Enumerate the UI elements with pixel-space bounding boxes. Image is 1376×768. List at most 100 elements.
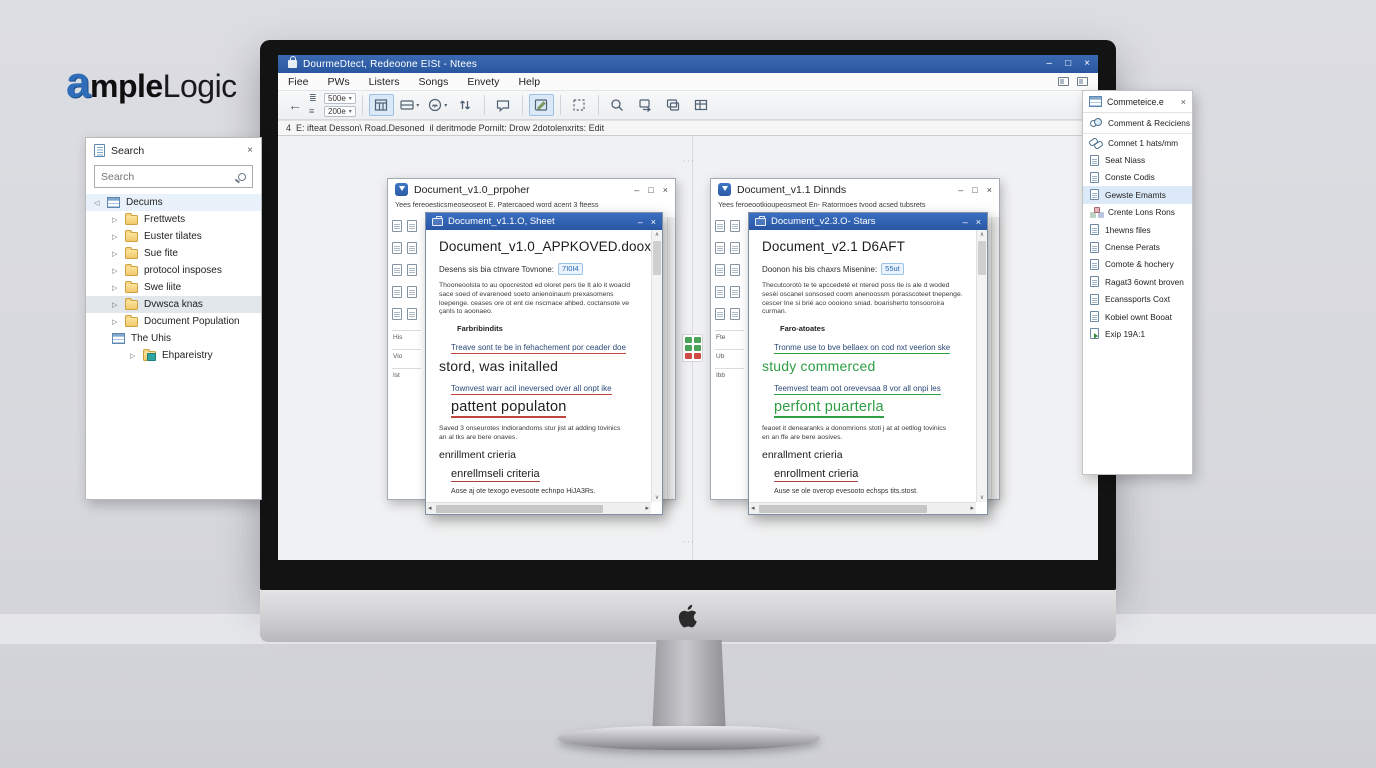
doc-window-1-scrollbar[interactable]	[667, 217, 675, 499]
zoom-dropdown-bottom[interactable]: 200e▾	[324, 106, 356, 117]
doc-window-1-titlebar[interactable]: Document_v1.0_prpoher – □ ×	[388, 179, 675, 200]
scroll-down-icon[interactable]: ∨	[652, 494, 662, 501]
expand-arrow-icon[interactable]: ▷	[112, 216, 119, 224]
table-insert-button[interactable]	[689, 94, 714, 116]
menu-songs[interactable]: Songs	[419, 76, 449, 88]
tracked-change-link[interactable]: Tronme use to bve bellaex on cod nxt vee…	[774, 343, 950, 354]
tree-item-sue-fite[interactable]: ▷ Sue fite	[86, 245, 261, 262]
maximize-button[interactable]: □	[648, 185, 653, 195]
maximize-button[interactable]: □	[1065, 59, 1071, 69]
page-icon[interactable]	[715, 308, 725, 320]
dock-left-icon[interactable]	[1058, 77, 1069, 86]
panel-item-exip-19a1[interactable]: Exip 19A:1	[1083, 325, 1192, 342]
edit-note-button[interactable]	[529, 94, 554, 116]
stamp-circle-button[interactable]: ▾	[425, 94, 450, 116]
tree-item-decums[interactable]: ◁ Decums	[86, 194, 261, 211]
scroll-thumb[interactable]	[759, 505, 927, 513]
panel-item-ragat3[interactable]: Ragat3 6ownt broven	[1083, 273, 1192, 290]
zoom-dropdown-top[interactable]: 500e▾	[324, 93, 356, 104]
page-icon[interactable]	[715, 220, 725, 232]
vertical-scrollbar[interactable]: ∧ ∨	[651, 230, 662, 502]
copy-doc-button[interactable]	[661, 94, 686, 116]
minimize-button[interactable]: –	[958, 185, 963, 195]
page-icon[interactable]	[392, 264, 402, 276]
minimize-button[interactable]: –	[638, 217, 643, 227]
menu-listers[interactable]: Listers	[369, 76, 400, 88]
page-icon[interactable]	[730, 242, 740, 254]
menu-pws[interactable]: PWs	[327, 76, 349, 88]
panel-item-kobiel-ownt-booat[interactable]: Kobiel ownt Booat	[1083, 308, 1192, 325]
expand-arrow-icon[interactable]: ▷	[112, 301, 119, 309]
minimize-button[interactable]: –	[1047, 59, 1053, 69]
export-doc-button[interactable]	[633, 94, 658, 116]
close-button[interactable]: ×	[651, 217, 656, 227]
maximize-button[interactable]: □	[972, 185, 977, 195]
scroll-up-icon[interactable]: ∧	[977, 231, 987, 238]
table-view-button[interactable]	[369, 94, 394, 116]
selection-frame-button[interactable]	[567, 94, 592, 116]
close-button[interactable]: ×	[663, 185, 668, 195]
doc-window-2-titlebar[interactable]: Document_v1.1 Dinnds – □ ×	[711, 179, 999, 200]
page-icon[interactable]	[730, 220, 740, 232]
scroll-right-icon[interactable]: ▸	[970, 504, 974, 512]
page-icon[interactable]	[407, 220, 417, 232]
tracked-change-link[interactable]: Teemvest team oot orevevsaa 8 vor all on…	[774, 384, 941, 395]
panel-item-crente-lons-rons[interactable]: Crente Lons Rons	[1083, 204, 1192, 221]
scroll-down-icon[interactable]: ∨	[977, 494, 987, 501]
sort-arrows-button[interactable]	[453, 94, 478, 116]
expand-arrow-icon[interactable]: ▷	[130, 352, 137, 360]
page-icon[interactable]	[407, 308, 417, 320]
inner-doc-window-1-titlebar[interactable]: Document_v1.1.O, Sheet – ×	[426, 213, 662, 230]
search-tool-button[interactable]	[605, 94, 630, 116]
page-icon[interactable]	[715, 264, 725, 276]
horizontal-scrollbar[interactable]: ◂ ▸	[426, 502, 651, 514]
panel-item-1hewns-files[interactable]: 1hewns files	[1083, 221, 1192, 238]
minimize-button[interactable]: –	[963, 217, 968, 227]
panel-item-comote-hochery[interactable]: Comote & hochery	[1083, 256, 1192, 273]
dock-right-icon[interactable]	[1077, 77, 1088, 86]
meta-badge[interactable]: 7I0I4	[558, 263, 583, 275]
expand-arrow-icon[interactable]: ▷	[112, 250, 119, 258]
page-icon[interactable]	[392, 286, 402, 298]
splitter-grid-handle[interactable]	[682, 334, 703, 362]
tree-item-dvwsca-knas[interactable]: ▷ Dvwsca knas	[86, 296, 261, 313]
page-icon[interactable]	[407, 286, 417, 298]
scroll-thumb[interactable]	[653, 241, 661, 275]
doc-window-2-scrollbar[interactable]	[991, 217, 999, 499]
close-icon[interactable]: ×	[247, 145, 253, 156]
page-icon[interactable]	[392, 308, 402, 320]
expand-arrow-icon[interactable]: ▷	[112, 233, 119, 241]
tree-item-euster-tilates[interactable]: ▷ Euster tilates	[86, 228, 261, 245]
expand-arrow-icon[interactable]: ▷	[112, 318, 119, 326]
panel-item-comment-reciciens[interactable]: Comment & Reciciens	[1083, 113, 1192, 134]
panel-item-ecanssports-coxt[interactable]: Ecanssports Coxt	[1083, 291, 1192, 308]
tracked-change-link[interactable]: Townvest warr acil ineversed over all on…	[451, 384, 612, 395]
back-button[interactable]: ←	[284, 97, 306, 113]
vertical-scrollbar[interactable]: ∧ ∨	[976, 230, 987, 502]
panel-item-seat-niass[interactable]: Seat Niass	[1083, 151, 1192, 168]
rows-icon[interactable]: ≣	[309, 94, 320, 103]
panel-item-gewste-emamts[interactable]: Gewste Emamts	[1083, 186, 1192, 203]
page-icon[interactable]	[715, 242, 725, 254]
tree-item-protocol-insposes[interactable]: ▷ protocol insposes	[86, 262, 261, 279]
menu-help[interactable]: Help	[518, 76, 540, 88]
scroll-left-icon[interactable]: ◂	[751, 504, 755, 512]
tree-item-the-uhis[interactable]: The Uhis	[86, 330, 261, 347]
page-icon[interactable]	[715, 286, 725, 298]
inner-doc-window-2-titlebar[interactable]: Document_v2.3.O- Stars – ×	[749, 213, 987, 230]
tree-item-document-population[interactable]: ▷ Document Population	[86, 313, 261, 330]
page-icon[interactable]	[407, 242, 417, 254]
close-button[interactable]: ×	[976, 217, 981, 227]
close-button[interactable]: ×	[1084, 59, 1090, 69]
tree-item-ehpareistry[interactable]: ▷ Ehpareistry	[86, 347, 261, 364]
scroll-up-icon[interactable]: ∧	[652, 231, 662, 238]
tree-item-frettwets[interactable]: ▷ Frettwets	[86, 211, 261, 228]
scroll-thumb[interactable]	[978, 241, 986, 275]
page-icon[interactable]	[407, 264, 417, 276]
panel-item-cnense-perats[interactable]: Cnense Perats	[1083, 238, 1192, 255]
layout-panels-button[interactable]: ▾	[397, 94, 422, 116]
page-icon[interactable]	[730, 308, 740, 320]
minimize-button[interactable]: –	[634, 185, 639, 195]
scroll-left-icon[interactable]: ◂	[428, 504, 432, 512]
tree-item-swe-liite[interactable]: ▷ Swe liite	[86, 279, 261, 296]
